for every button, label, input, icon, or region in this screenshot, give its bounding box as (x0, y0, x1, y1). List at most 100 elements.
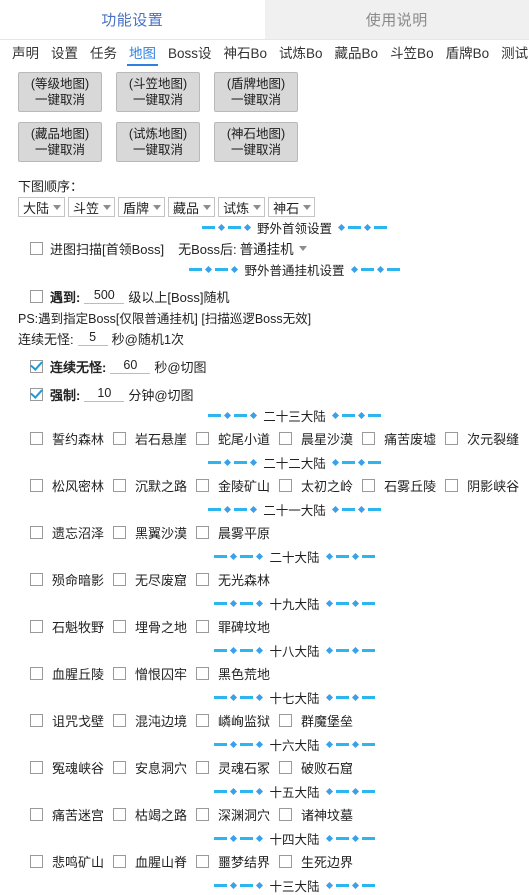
map-checkbox[interactable] (196, 432, 209, 445)
map-checkbox-item[interactable]: 诸神坟墓 (279, 805, 353, 824)
map-checkbox-item[interactable]: 痛苦废墟 (362, 429, 436, 448)
map-checkbox[interactable] (30, 667, 43, 680)
map-checkbox-item[interactable]: 晨星沙漠 (279, 429, 353, 448)
map-checkbox[interactable] (113, 432, 126, 445)
map-checkbox[interactable] (196, 620, 209, 633)
map-checkbox[interactable] (196, 479, 209, 492)
force-switch-input[interactable] (84, 386, 124, 402)
select-collection[interactable]: 藏品 (168, 197, 215, 217)
map-checkbox[interactable] (113, 667, 126, 680)
map-checkbox[interactable] (445, 479, 458, 492)
map-checkbox[interactable] (30, 620, 43, 633)
select-hat[interactable]: 斗笠 (68, 197, 115, 217)
map-checkbox-item[interactable]: 遗忘沼泽 (30, 523, 104, 542)
map-checkbox[interactable] (196, 714, 209, 727)
map-checkbox[interactable] (196, 526, 209, 539)
select-trial[interactable]: 试炼 (218, 197, 265, 217)
select-shield[interactable]: 盾牌 (118, 197, 165, 217)
map-checkbox-item[interactable]: 埋骨之地 (113, 617, 187, 636)
map-checkbox[interactable] (113, 855, 126, 868)
map-checkbox-item[interactable]: 蛇尾小道 (196, 429, 270, 448)
map-checkbox[interactable] (279, 761, 292, 774)
map-checkbox-item[interactable]: 沉默之路 (113, 476, 187, 495)
map-checkbox[interactable] (30, 479, 43, 492)
select-continent[interactable]: 大陆 (18, 197, 65, 217)
map-checkbox-item[interactable]: 灵魂石冢 (196, 758, 270, 777)
map-checkbox-item[interactable]: 殒命暗影 (30, 570, 104, 589)
cancel-level-map-button[interactable]: (等级地图) 一键取消 (18, 72, 102, 112)
map-checkbox[interactable] (196, 573, 209, 586)
sub-tab-boss[interactable]: Boss设 (162, 45, 218, 66)
map-checkbox-item[interactable]: 松风密林 (30, 476, 104, 495)
map-checkbox[interactable] (362, 479, 375, 492)
sub-tab-map[interactable]: 地图 (123, 45, 162, 66)
select-stone[interactable]: 神石 (268, 197, 315, 217)
map-checkbox[interactable] (196, 667, 209, 680)
sub-tab-test[interactable]: 测试 (495, 45, 529, 66)
sub-tab-shield-boss[interactable]: 盾牌Bo (440, 45, 496, 66)
map-checkbox[interactable] (113, 479, 126, 492)
no-monster-random-input[interactable] (78, 330, 108, 346)
cancel-collection-map-button[interactable]: (藏品地图) 一键取消 (18, 122, 102, 162)
sub-tab-hat-boss[interactable]: 斗笠Bo (384, 45, 440, 66)
map-checkbox-item[interactable]: 憎恨囚牢 (113, 664, 187, 683)
map-checkbox[interactable] (113, 573, 126, 586)
map-checkbox[interactable] (113, 714, 126, 727)
map-checkbox[interactable] (279, 808, 292, 821)
tab-function-settings[interactable]: 功能设置 (0, 0, 265, 39)
map-checkbox[interactable] (113, 808, 126, 821)
map-checkbox-item[interactable]: 破败石窟 (279, 758, 353, 777)
encounter-checkbox[interactable] (30, 290, 43, 303)
cancel-hat-map-button[interactable]: (斗笠地图) 一键取消 (116, 72, 200, 112)
map-checkbox[interactable] (196, 808, 209, 821)
map-checkbox-item[interactable]: 石魁牧野 (30, 617, 104, 636)
map-checkbox-item[interactable]: 金陵矿山 (196, 476, 270, 495)
no-monster-switch-checkbox[interactable] (30, 360, 43, 373)
map-checkbox[interactable] (30, 526, 43, 539)
map-checkbox-item[interactable]: 群魔堡垒 (279, 711, 353, 730)
boss-scan-checkbox[interactable] (30, 242, 43, 255)
force-switch-checkbox[interactable] (30, 388, 43, 401)
sub-tab-stone-boss[interactable]: 神石Bo (218, 45, 274, 66)
map-checkbox-item[interactable]: 安息洞穴 (113, 758, 187, 777)
map-checkbox-item[interactable]: 誓约森林 (30, 429, 104, 448)
map-checkbox[interactable] (30, 855, 43, 868)
map-checkbox-item[interactable]: 冤魂峡谷 (30, 758, 104, 777)
map-checkbox[interactable] (279, 432, 292, 445)
map-checkbox[interactable] (196, 855, 209, 868)
map-checkbox-item[interactable]: 次元裂缝 (445, 429, 519, 448)
map-checkbox-item[interactable]: 太初之岭 (279, 476, 353, 495)
map-checkbox[interactable] (279, 479, 292, 492)
map-checkbox-item[interactable]: 晨雾平原 (196, 523, 270, 542)
map-checkbox-item[interactable]: 噩梦结界 (196, 852, 270, 871)
map-checkbox-item[interactable]: 血腥山脊 (113, 852, 187, 871)
map-checkbox-item[interactable]: 诅咒戈壁 (30, 711, 104, 730)
map-checkbox-item[interactable]: 嶙峋监狱 (196, 711, 270, 730)
sub-tab-collection-boss[interactable]: 藏品Bo (329, 45, 385, 66)
sub-tab-tasks[interactable]: 任务 (84, 45, 123, 66)
map-checkbox-item[interactable]: 石雾丘陵 (362, 476, 436, 495)
no-monster-switch-input[interactable] (110, 358, 150, 374)
map-checkbox-item[interactable]: 阴影峡谷 (445, 476, 519, 495)
map-checkbox[interactable] (30, 808, 43, 821)
map-checkbox[interactable] (30, 761, 43, 774)
map-checkbox[interactable] (445, 432, 458, 445)
cancel-shield-map-button[interactable]: (盾牌地图) 一键取消 (214, 72, 298, 112)
map-checkbox-item[interactable]: 深渊洞穴 (196, 805, 270, 824)
sub-tab-trial-boss[interactable]: 试炼Bo (273, 45, 329, 66)
cancel-trial-map-button[interactable]: (试炼地图) 一键取消 (116, 122, 200, 162)
map-checkbox-item[interactable]: 生死边界 (279, 852, 353, 871)
map-checkbox[interactable] (113, 620, 126, 633)
map-checkbox-item[interactable]: 混沌边境 (113, 711, 187, 730)
map-checkbox-item[interactable]: 黑翼沙漠 (113, 523, 187, 542)
sub-tab-declaration[interactable]: 声明 (6, 45, 45, 66)
no-boss-mode-select[interactable]: 普通挂机 (240, 238, 307, 258)
cancel-stone-map-button[interactable]: (神石地图) 一键取消 (214, 122, 298, 162)
map-checkbox-item[interactable]: 血腥丘陵 (30, 664, 104, 683)
map-checkbox-item[interactable]: 黑色荒地 (196, 664, 270, 683)
encounter-level-input[interactable] (84, 288, 124, 304)
map-checkbox-item[interactable]: 无尽废窟 (113, 570, 187, 589)
map-checkbox[interactable] (113, 761, 126, 774)
sub-tab-settings[interactable]: 设置 (45, 45, 84, 66)
map-checkbox-item[interactable]: 罪碑坟地 (196, 617, 270, 636)
